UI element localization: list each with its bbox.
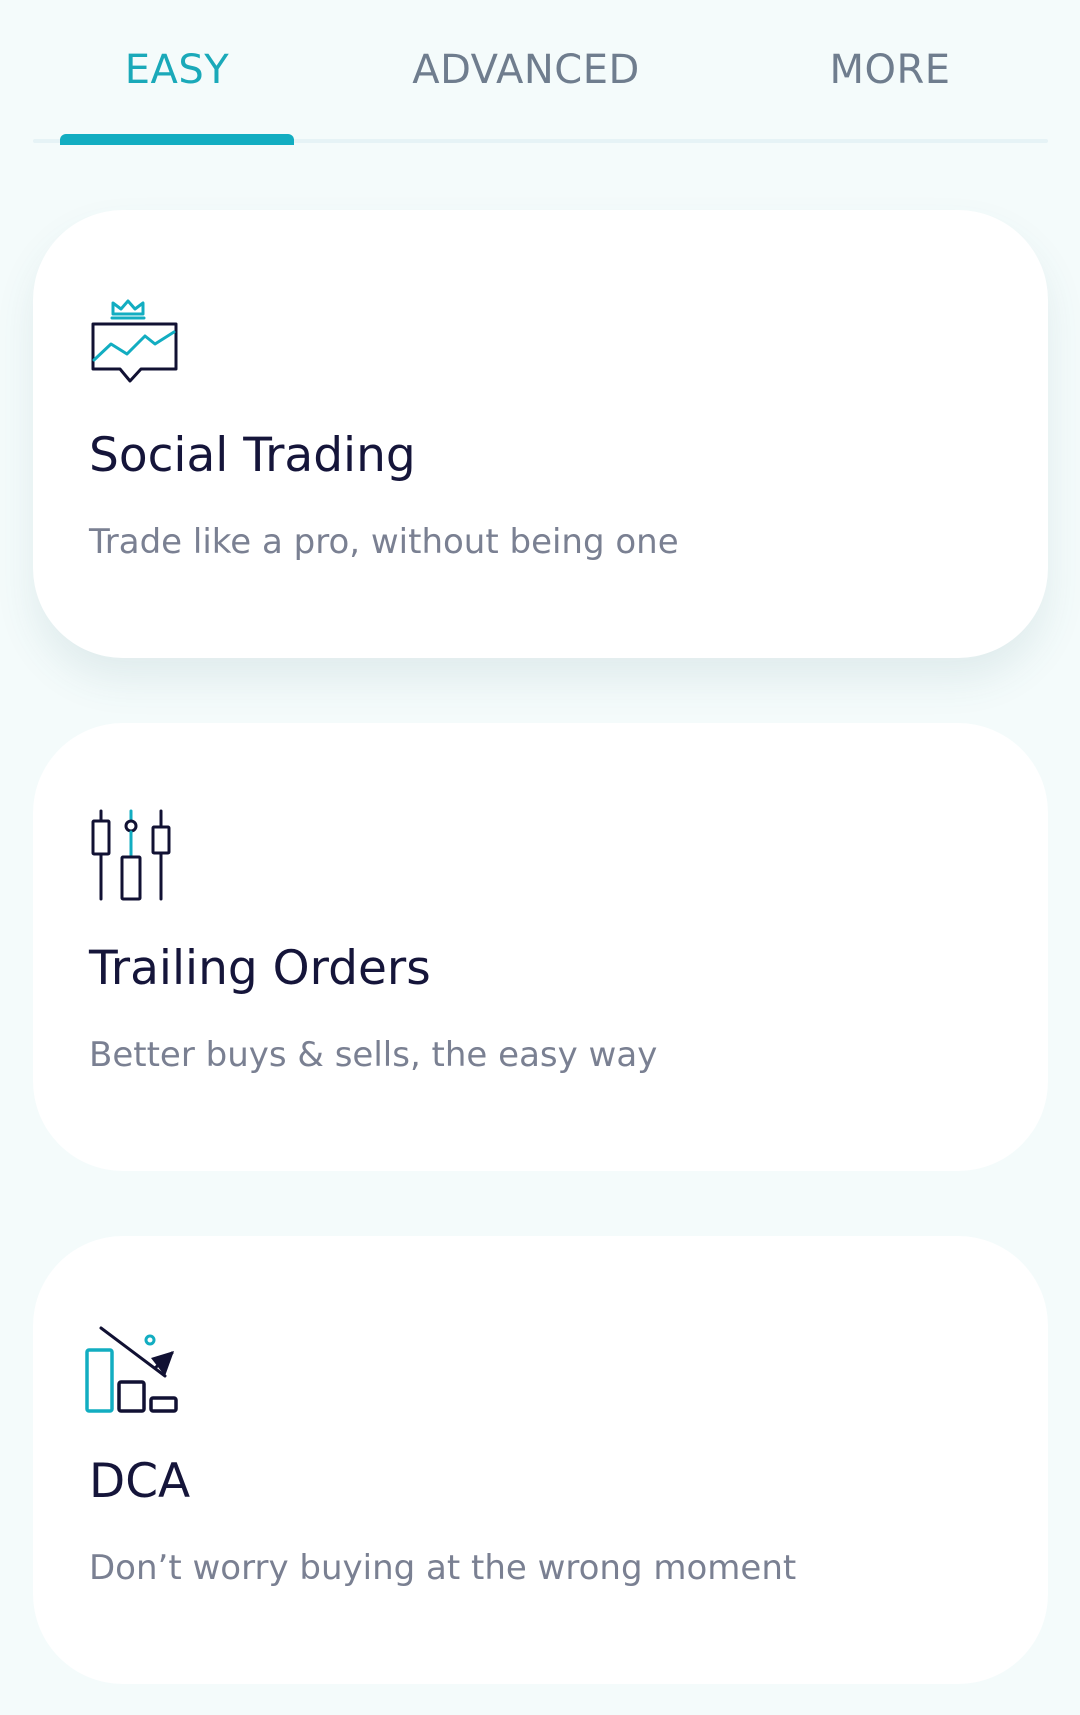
tab-easy[interactable]: EASY bbox=[60, 42, 294, 98]
card-title: Trailing Orders bbox=[89, 941, 431, 996]
card-description: Trade like a pro, without being one bbox=[89, 522, 679, 562]
dca-icon bbox=[83, 1320, 193, 1416]
trailing-orders-icon bbox=[83, 807, 193, 903]
dca-card[interactable]: DCA Don’t worry buying at the wrong mome… bbox=[33, 1236, 1048, 1684]
card-title: DCA bbox=[89, 1454, 191, 1509]
active-tab-indicator bbox=[60, 134, 294, 145]
social-trading-icon bbox=[83, 294, 193, 390]
social-trading-card[interactable]: Social Trading Trade like a pro, without… bbox=[33, 210, 1048, 658]
tab-more[interactable]: MORE bbox=[780, 42, 1000, 98]
trailing-orders-card[interactable]: Trailing Orders Better buys & sells, the… bbox=[33, 723, 1048, 1171]
card-description: Don’t worry buying at the wrong moment bbox=[89, 1548, 797, 1588]
card-description: Better buys & sells, the easy way bbox=[89, 1035, 658, 1075]
tab-advanced[interactable]: ADVANCED bbox=[380, 42, 672, 98]
tab-bar: EASY ADVANCED MORE bbox=[0, 0, 1080, 146]
card-title: Social Trading bbox=[89, 428, 416, 483]
